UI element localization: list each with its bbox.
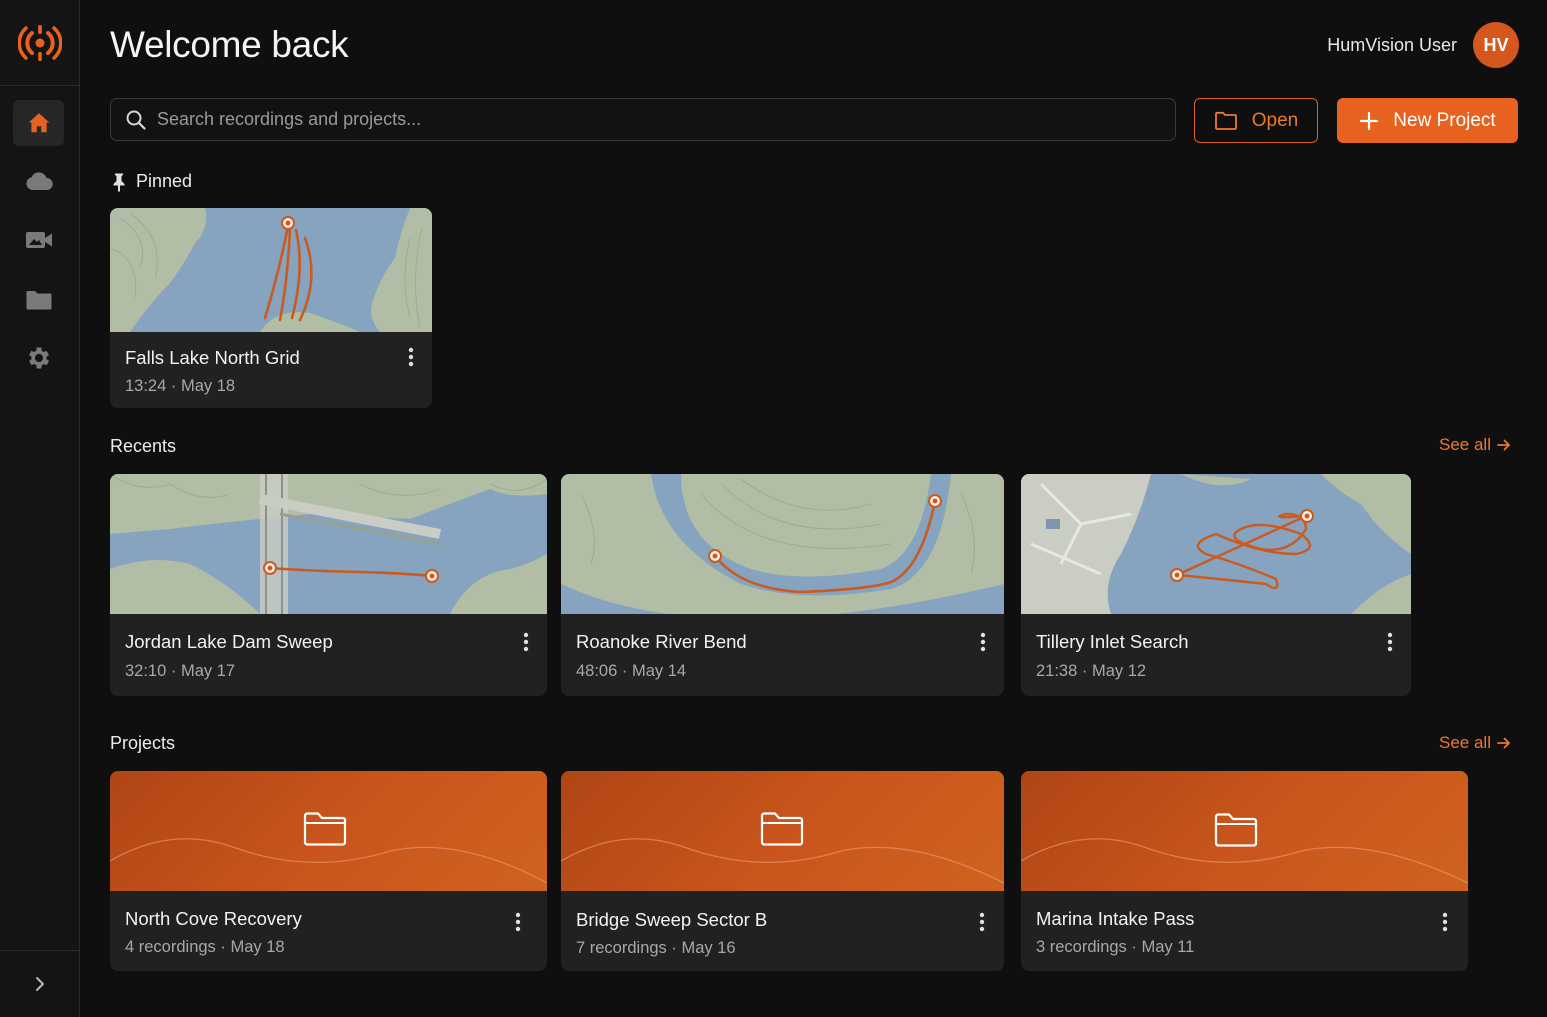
folder-outline-icon bbox=[1214, 813, 1258, 847]
more-options-button[interactable] bbox=[1438, 911, 1452, 933]
open-button-label: Open bbox=[1251, 109, 1299, 131]
card-title: Falls Lake North Grid bbox=[125, 347, 300, 368]
avatar[interactable]: HV bbox=[1473, 22, 1519, 68]
plus-icon bbox=[1360, 111, 1379, 130]
kebab-menu-icon bbox=[523, 632, 529, 652]
search-icon bbox=[126, 110, 146, 130]
new-project-button-label: New Project bbox=[1393, 109, 1496, 131]
sidebar-item-settings[interactable] bbox=[13, 335, 64, 381]
project-thumbnail bbox=[110, 771, 547, 891]
recent-card[interactable]: Roanoke River Bend 48:06 · May 14 bbox=[561, 474, 1004, 696]
search-input[interactable] bbox=[157, 109, 1137, 130]
more-options-button[interactable] bbox=[519, 631, 533, 653]
kebab-menu-icon bbox=[980, 632, 986, 652]
arrow-right-icon bbox=[1497, 737, 1510, 749]
more-options-button[interactable] bbox=[976, 631, 990, 653]
sidebar-item-cloud[interactable] bbox=[13, 158, 64, 204]
page-title: Welcome back bbox=[110, 24, 349, 65]
sidebar-item-recordings[interactable] bbox=[13, 217, 64, 263]
folder-outline-icon bbox=[760, 812, 804, 846]
pinned-title-text: Pinned bbox=[136, 171, 193, 191]
projects-see-all-link[interactable]: See all bbox=[1439, 733, 1511, 753]
sidebar-item-home[interactable] bbox=[13, 100, 64, 146]
gear-icon bbox=[28, 347, 49, 369]
pinned-card[interactable]: Falls Lake North Grid 13:24 · May 18 bbox=[110, 208, 432, 408]
project-card[interactable]: Marina Intake Pass 3 recordings · May 11 bbox=[1021, 771, 1468, 971]
sidebar-item-projects[interactable] bbox=[13, 277, 64, 323]
see-all-label: See all bbox=[1439, 435, 1491, 454]
project-card[interactable]: North Cove Recovery 4 recordings · May 1… bbox=[110, 771, 547, 971]
card-meta: 32:10 · May 17 bbox=[125, 662, 236, 680]
more-options-button[interactable] bbox=[975, 911, 989, 933]
map-thumbnail bbox=[110, 208, 432, 332]
video-camera-icon bbox=[25, 232, 52, 248]
more-options-button[interactable] bbox=[1383, 631, 1397, 653]
project-thumbnail bbox=[1021, 771, 1468, 891]
kebab-menu-icon bbox=[1442, 912, 1448, 932]
cloud-icon bbox=[25, 172, 53, 190]
sidebar-collapse-button[interactable] bbox=[0, 950, 79, 1017]
home-icon bbox=[28, 113, 49, 133]
card-title: Bridge Sweep Sector B bbox=[576, 909, 768, 930]
open-button[interactable]: Open bbox=[1194, 98, 1318, 143]
humvision-logo[interactable] bbox=[0, 0, 79, 86]
recents-section-title: Recents bbox=[110, 436, 177, 456]
map-thumbnail bbox=[1021, 474, 1411, 614]
folder-outline-icon bbox=[303, 812, 347, 846]
recent-card[interactable]: Tillery Inlet Search 21:38 · May 12 bbox=[1021, 474, 1411, 696]
map-thumbnail bbox=[110, 474, 547, 614]
user-menu[interactable]: HumVision User HV bbox=[1327, 22, 1519, 68]
card-title: Tillery Inlet Search bbox=[1036, 631, 1189, 652]
kebab-menu-icon bbox=[515, 912, 521, 932]
pin-icon bbox=[113, 173, 125, 192]
map-thumbnail bbox=[561, 474, 1004, 614]
search-bar[interactable] bbox=[110, 98, 1176, 141]
project-thumbnail bbox=[561, 771, 1004, 891]
sidebar bbox=[0, 0, 80, 1017]
see-all-label: See all bbox=[1439, 733, 1491, 752]
card-meta: 13:24 · May 18 bbox=[125, 377, 236, 395]
card-title: North Cove Recovery bbox=[125, 908, 302, 929]
chevron-right-icon bbox=[35, 977, 44, 991]
card-title: Marina Intake Pass bbox=[1036, 908, 1195, 929]
recents-see-all-link[interactable]: See all bbox=[1439, 435, 1511, 455]
card-meta: 7 recordings · May 16 bbox=[576, 939, 736, 957]
kebab-menu-icon bbox=[408, 347, 414, 367]
pinned-section-title: Pinned bbox=[110, 171, 192, 192]
arrow-right-icon bbox=[1497, 439, 1510, 451]
kebab-menu-icon bbox=[1387, 632, 1393, 652]
user-name: HumVision User bbox=[1327, 34, 1457, 55]
card-meta: 48:06 · May 14 bbox=[576, 662, 687, 680]
card-meta: 4 recordings · May 18 bbox=[125, 938, 285, 956]
project-card[interactable]: Bridge Sweep Sector B 7 recordings · May… bbox=[561, 771, 1004, 971]
kebab-menu-icon bbox=[979, 912, 985, 932]
card-title: Roanoke River Bend bbox=[576, 631, 747, 652]
projects-section-title: Projects bbox=[110, 733, 176, 753]
folder-outline-icon bbox=[1214, 111, 1237, 130]
recent-card[interactable]: Jordan Lake Dam Sweep 32:10 · May 17 bbox=[110, 474, 547, 696]
card-meta: 3 recordings · May 11 bbox=[1036, 938, 1195, 956]
new-project-button[interactable]: New Project bbox=[1337, 98, 1518, 143]
more-options-button[interactable] bbox=[511, 911, 525, 933]
card-title: Jordan Lake Dam Sweep bbox=[125, 631, 333, 652]
card-meta: 21:38 · May 12 bbox=[1036, 662, 1147, 680]
more-options-button[interactable] bbox=[404, 346, 418, 368]
folder-icon bbox=[26, 291, 51, 310]
